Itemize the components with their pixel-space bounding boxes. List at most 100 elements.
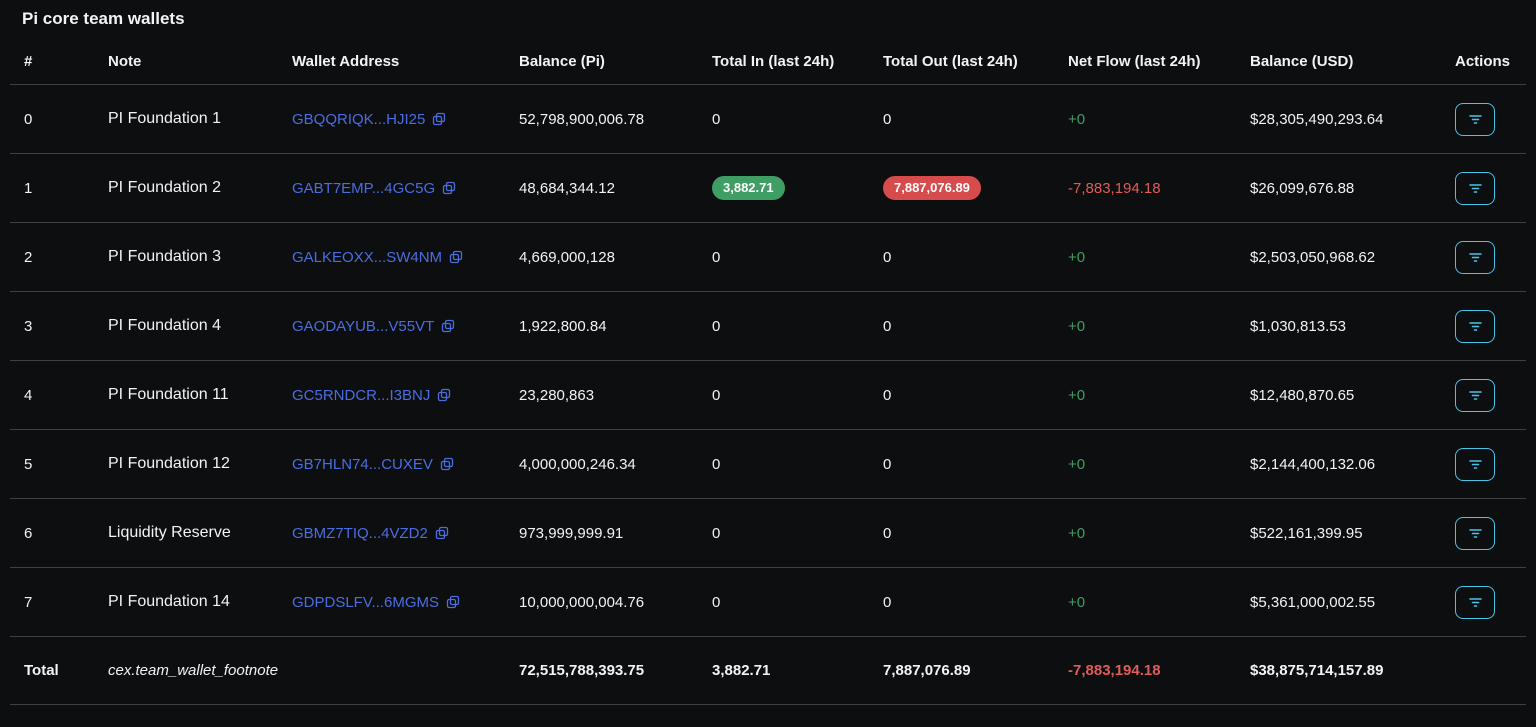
total-in: 0 bbox=[700, 223, 871, 292]
copy-icon[interactable] bbox=[440, 457, 454, 471]
balance-usd: $5,361,000,002.55 bbox=[1238, 568, 1443, 637]
wallet-note: PI Foundation 11 bbox=[96, 361, 280, 430]
balance-pi: 52,798,900,006.78 bbox=[507, 85, 700, 154]
header-total-in: Total In (last 24h) bbox=[700, 39, 871, 85]
page-title: Pi core team wallets bbox=[0, 0, 1536, 39]
net-flow: +0 bbox=[1056, 361, 1238, 430]
row-actions-button[interactable] bbox=[1455, 448, 1495, 481]
total-out: 0 bbox=[871, 361, 1056, 430]
balance-pi: 23,280,863 bbox=[507, 361, 700, 430]
total-in: 0 bbox=[700, 361, 871, 430]
balance-usd: $2,144,400,132.06 bbox=[1238, 430, 1443, 499]
row-actions-button[interactable] bbox=[1455, 241, 1495, 274]
net-flow: +0 bbox=[1056, 568, 1238, 637]
table-row: 4 PI Foundation 11 GC5RNDCR...I3BNJ 23,2… bbox=[10, 361, 1526, 430]
table-row: 6 Liquidity Reserve GBMZ7TIQ...4VZD2 973… bbox=[10, 499, 1526, 568]
wallet-address-link[interactable]: GAODAYUB...V55VT bbox=[292, 318, 434, 335]
outflow-badge: 7,887,076.89 bbox=[883, 176, 981, 200]
total-in-sum: 3,882.71 bbox=[700, 637, 871, 705]
total-in: 0 bbox=[700, 568, 871, 637]
net-flow: -7,883,194.18 bbox=[1056, 154, 1238, 223]
net-flow: +0 bbox=[1056, 430, 1238, 499]
total-in: 0 bbox=[700, 430, 871, 499]
table-row: 3 PI Foundation 4 GAODAYUB...V55VT 1,922… bbox=[10, 292, 1526, 361]
total-balance-usd: $38,875,714,157.89 bbox=[1238, 637, 1443, 705]
filter-icon bbox=[1467, 594, 1484, 611]
total-row: Total cex.team_wallet_footnote 72,515,78… bbox=[10, 637, 1526, 705]
team-wallets-table: # Note Wallet Address Balance (Pi) Total… bbox=[10, 39, 1526, 705]
header-wallet-address: Wallet Address bbox=[280, 39, 507, 85]
balance-pi: 973,999,999.91 bbox=[507, 499, 700, 568]
row-actions-button[interactable] bbox=[1455, 310, 1495, 343]
table-row: 0 PI Foundation 1 GBQQRIQK...HJI25 52,79… bbox=[10, 85, 1526, 154]
copy-icon[interactable] bbox=[449, 250, 463, 264]
total-out-sum: 7,887,076.89 bbox=[871, 637, 1056, 705]
table-row: 1 PI Foundation 2 GABT7EMP...4GC5G 48,68… bbox=[10, 154, 1526, 223]
total-out: 0 bbox=[871, 85, 1056, 154]
wallet-address-link[interactable]: GABT7EMP...4GC5G bbox=[292, 180, 435, 197]
row-index: 1 bbox=[10, 154, 96, 223]
filter-icon bbox=[1467, 525, 1484, 542]
net-flow: +0 bbox=[1056, 499, 1238, 568]
copy-icon[interactable] bbox=[446, 595, 460, 609]
table-row: 7 PI Foundation 14 GDPDSLFV...6MGMS 10,0… bbox=[10, 568, 1526, 637]
copy-icon[interactable] bbox=[442, 181, 456, 195]
wallet-address-link[interactable]: GDPDSLFV...6MGMS bbox=[292, 594, 439, 611]
net-flow: +0 bbox=[1056, 223, 1238, 292]
copy-icon[interactable] bbox=[435, 526, 449, 540]
row-index: 3 bbox=[10, 292, 96, 361]
total-net-flow: -7,883,194.18 bbox=[1056, 637, 1238, 705]
net-flow: +0 bbox=[1056, 292, 1238, 361]
balance-pi: 4,000,000,246.34 bbox=[507, 430, 700, 499]
total-out: 0 bbox=[871, 568, 1056, 637]
row-index: 2 bbox=[10, 223, 96, 292]
header-balance-usd: Balance (USD) bbox=[1238, 39, 1443, 85]
total-in: 0 bbox=[700, 499, 871, 568]
wallet-address-link[interactable]: GC5RNDCR...I3BNJ bbox=[292, 387, 430, 404]
wallet-address-link[interactable]: GALKEOXX...SW4NM bbox=[292, 249, 442, 266]
table-header-row: # Note Wallet Address Balance (Pi) Total… bbox=[10, 39, 1526, 85]
total-out: 0 bbox=[871, 292, 1056, 361]
header-net-flow: Net Flow (last 24h) bbox=[1056, 39, 1238, 85]
wallet-address-link[interactable]: GBQQRIQK...HJI25 bbox=[292, 111, 425, 128]
balance-usd: $26,099,676.88 bbox=[1238, 154, 1443, 223]
total-address-empty bbox=[280, 637, 507, 705]
copy-icon[interactable] bbox=[437, 388, 451, 402]
total-in: 0 bbox=[700, 292, 871, 361]
balance-usd: $522,161,399.95 bbox=[1238, 499, 1443, 568]
filter-icon bbox=[1467, 387, 1484, 404]
filter-icon bbox=[1467, 456, 1484, 473]
balance-usd: $2,503,050,968.62 bbox=[1238, 223, 1443, 292]
balance-pi: 4,669,000,128 bbox=[507, 223, 700, 292]
total-footnote: cex.team_wallet_footnote bbox=[96, 637, 280, 705]
wallet-note: PI Foundation 3 bbox=[96, 223, 280, 292]
table-row: 5 PI Foundation 12 GB7HLN74...CUXEV 4,00… bbox=[10, 430, 1526, 499]
wallet-note: Liquidity Reserve bbox=[96, 499, 280, 568]
wallet-note: PI Foundation 14 bbox=[96, 568, 280, 637]
wallet-address-link[interactable]: GB7HLN74...CUXEV bbox=[292, 456, 433, 473]
row-index: 0 bbox=[10, 85, 96, 154]
copy-icon[interactable] bbox=[432, 112, 446, 126]
total-in: 0 bbox=[700, 85, 871, 154]
row-actions-button[interactable] bbox=[1455, 103, 1495, 136]
wallet-address-link[interactable]: GBMZ7TIQ...4VZD2 bbox=[292, 525, 428, 542]
wallet-note: PI Foundation 4 bbox=[96, 292, 280, 361]
total-out: 7,887,076.89 bbox=[871, 154, 1056, 223]
wallet-note: PI Foundation 12 bbox=[96, 430, 280, 499]
row-actions-button[interactable] bbox=[1455, 586, 1495, 619]
total-actions-empty bbox=[1443, 637, 1526, 705]
row-index: 5 bbox=[10, 430, 96, 499]
header-index: # bbox=[10, 39, 96, 85]
total-out: 0 bbox=[871, 223, 1056, 292]
filter-icon bbox=[1467, 318, 1484, 335]
row-index: 7 bbox=[10, 568, 96, 637]
row-actions-button[interactable] bbox=[1455, 379, 1495, 412]
header-note: Note bbox=[96, 39, 280, 85]
wallet-note: PI Foundation 2 bbox=[96, 154, 280, 223]
net-flow: +0 bbox=[1056, 85, 1238, 154]
row-actions-button[interactable] bbox=[1455, 172, 1495, 205]
table-row: 2 PI Foundation 3 GALKEOXX...SW4NM 4,669… bbox=[10, 223, 1526, 292]
row-actions-button[interactable] bbox=[1455, 517, 1495, 550]
balance-usd: $28,305,490,293.64 bbox=[1238, 85, 1443, 154]
copy-icon[interactable] bbox=[441, 319, 455, 333]
